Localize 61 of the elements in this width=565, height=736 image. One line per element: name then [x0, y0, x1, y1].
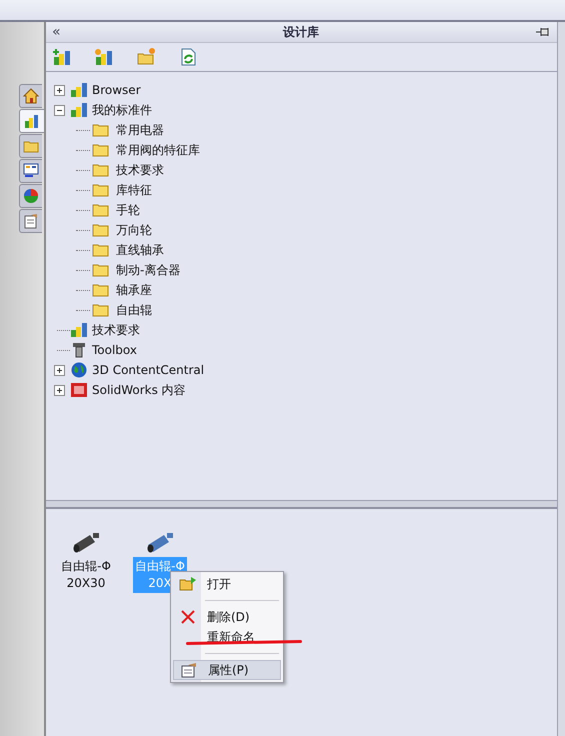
tree-item[interactable]: 技术要求 [116, 162, 164, 178]
tree-item[interactable]: 制动-离合器 [116, 262, 180, 278]
folder-icon [92, 303, 110, 317]
library-icon [70, 82, 88, 98]
globe-icon [70, 362, 88, 378]
tree-item[interactable]: 我的标准件 [92, 102, 152, 118]
properties-icon [180, 662, 198, 678]
expand-toggle[interactable] [54, 384, 65, 396]
folder-icon [92, 123, 110, 137]
new-folder-icon[interactable] [137, 48, 155, 66]
color-ball-icon [23, 188, 39, 204]
pin-icon[interactable] [535, 26, 551, 38]
collapse-button[interactable]: « [46, 24, 67, 40]
folder-icon [92, 183, 110, 197]
home-icon [23, 88, 39, 104]
menu-item[interactable]: 删除(D) [173, 607, 281, 627]
roller-icon [71, 531, 101, 553]
tree-item[interactable]: 常用电器 [116, 122, 164, 138]
folder-icon [92, 263, 110, 277]
bolt-icon [70, 342, 88, 358]
logo-icon [70, 382, 88, 398]
folder-icon [92, 143, 110, 157]
tree-item[interactable]: 轴承座 [116, 282, 152, 298]
expand-toggle[interactable] [54, 364, 65, 376]
tree-item[interactable]: 直线轴承 [116, 242, 164, 258]
file-name[interactable]: 自由辊-Φ 20X30 [59, 557, 113, 593]
tree-item[interactable]: Toolbox [92, 343, 137, 357]
add-library-icon[interactable] [53, 48, 71, 66]
delete-icon [180, 609, 196, 625]
side-tab[interactable] [19, 209, 42, 233]
menu-item[interactable]: 属性(P) [173, 660, 281, 680]
expand-toggle[interactable] [54, 104, 65, 116]
folder-icon [92, 163, 110, 177]
folder-icon [92, 223, 110, 237]
library-icon [24, 113, 40, 129]
expand-toggle[interactable] [54, 84, 65, 96]
side-tab[interactable] [19, 109, 44, 133]
properties-icon [23, 213, 39, 229]
tree-item[interactable]: 自由辊 [116, 302, 152, 318]
tree-item[interactable]: 库特征 [116, 182, 152, 198]
library-icon [70, 322, 88, 338]
tree-item[interactable]: 万向轮 [116, 222, 152, 238]
side-tab[interactable] [19, 184, 42, 208]
panel-title: 设计库 [282, 24, 320, 40]
folder-icon [92, 203, 110, 217]
open-folder-icon [179, 576, 197, 592]
folder-icon [92, 243, 110, 257]
side-tab[interactable] [19, 84, 42, 108]
tree-item[interactable]: 3D ContentCentral [92, 363, 204, 377]
roller-icon [145, 531, 175, 553]
view-palette-icon [23, 163, 39, 179]
tree-item[interactable]: Browser [92, 83, 141, 97]
side-tab[interactable] [19, 159, 42, 183]
refresh-icon[interactable] [179, 48, 197, 66]
tree-item[interactable]: SolidWorks 内容 [92, 382, 186, 398]
tree-item[interactable]: 手轮 [116, 202, 140, 218]
tree-item[interactable]: 技术要求 [92, 322, 140, 338]
new-library-icon[interactable] [95, 48, 113, 66]
library-icon [70, 102, 88, 118]
folder-icon [92, 283, 110, 297]
tree-item[interactable]: 常用阀的特征库 [116, 142, 200, 158]
